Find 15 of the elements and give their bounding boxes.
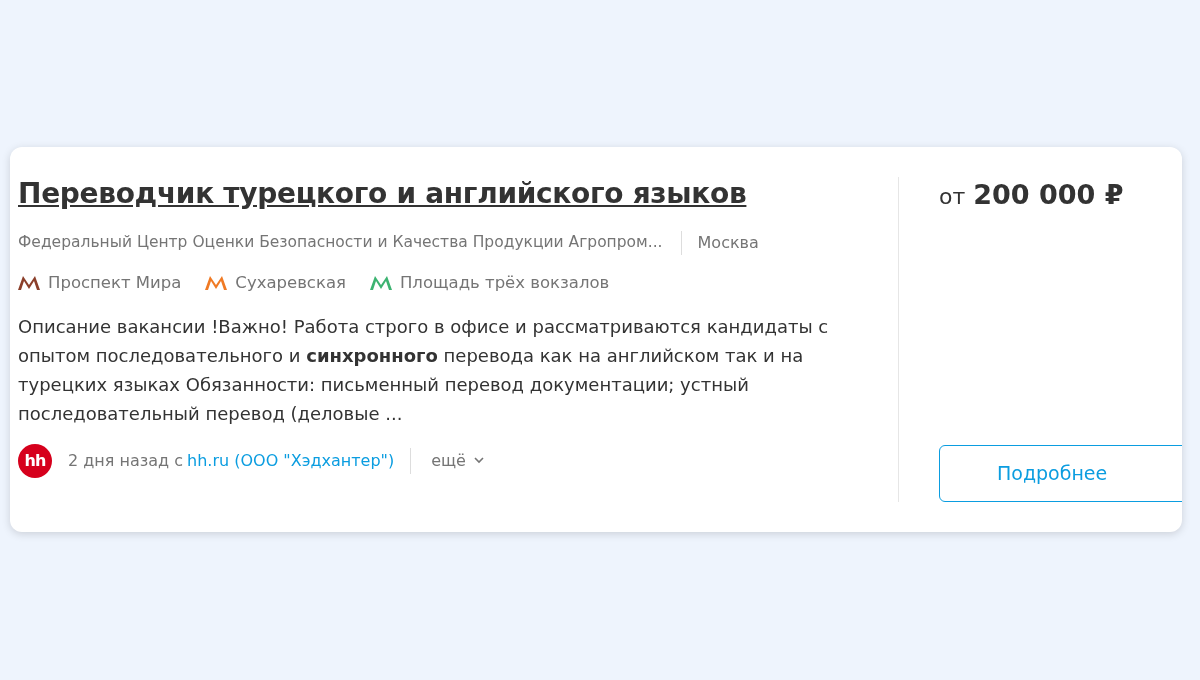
salary-prefix: от xyxy=(939,184,966,209)
details-button[interactable]: Подробнее xyxy=(939,445,1182,502)
posted-label: 2 дня назад с xyxy=(68,449,184,472)
chevron-down-icon xyxy=(473,457,484,465)
metro-station: Сухаревская xyxy=(235,272,346,294)
source-logo: hh xyxy=(18,443,52,478)
vacancy-description: Описание вакансии !Важно! Работа строго в офисе и рассматриваются кандидаты с опытом последовательного и синхронного перевода как на английском так и на турецких языках Обязанности: письменный перевод документации; устный последовательный перевод (деловые ... xyxy=(18,314,830,426)
vacancy-title[interactable]: Переводчик турецкого и английского языков xyxy=(18,173,747,215)
company-name: Федеральный Центр Оценки Безопасности и Качества Продукции Агропром... xyxy=(18,232,663,254)
metro-station: Проспект Мира xyxy=(48,272,182,294)
salary-amount: 200 000 ₽ xyxy=(973,179,1124,210)
source-link[interactable]: hh.ru (ООО "Хэдхантер") xyxy=(187,448,395,473)
city-label: Москва xyxy=(680,231,759,255)
more-button[interactable]: ещё xyxy=(410,447,490,474)
metro-station: Площадь трёх вокзалов xyxy=(399,272,610,294)
